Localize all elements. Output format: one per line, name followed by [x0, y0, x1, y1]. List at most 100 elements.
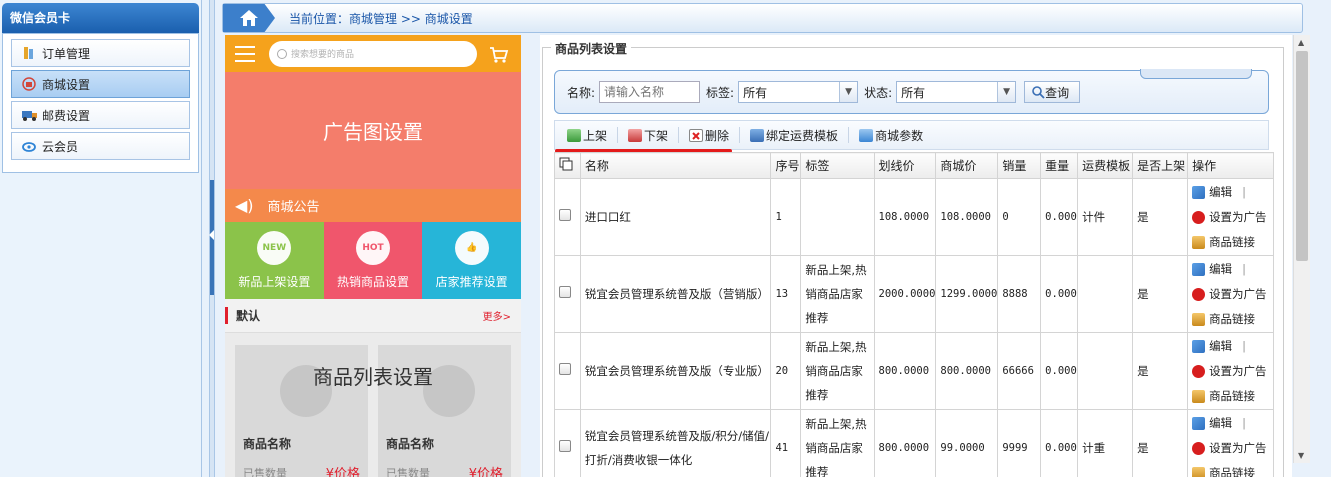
scrollbar-thumb[interactable]: [1296, 51, 1308, 261]
table-row: 锐宜会员管理系统普及版（营销版） 13 新品上架,热销商品店家推荐 2000.0…: [554, 255, 1274, 333]
select-all-checkbox[interactable]: [554, 152, 581, 179]
hot-badge-icon: HOT: [356, 231, 390, 265]
cell-name: 锐宜会员管理系统普及版（营销版）: [579, 255, 772, 333]
col-header-shipping-template[interactable]: 运费模板: [1077, 152, 1134, 179]
bind-shipping-template-button[interactable]: 绑定运费模板: [744, 127, 844, 144]
set-as-ad-link[interactable]: 设置为广告: [1192, 436, 1273, 461]
col-header-weight[interactable]: 重量: [1040, 152, 1079, 179]
edit-link[interactable]: 编辑 |: [1192, 180, 1273, 205]
col-header-seq[interactable]: 序号: [770, 152, 802, 179]
tag-select[interactable]: 所有 ▼: [738, 81, 859, 103]
mall-notice-setting[interactable]: ◀) 商城公告: [225, 189, 521, 222]
menu-icon[interactable]: [235, 45, 255, 62]
goods-link[interactable]: 商品链接: [1192, 230, 1273, 255]
search-collapse-tab[interactable]: [1140, 69, 1252, 79]
cell-list-price: 108.0000: [873, 178, 937, 256]
set-ad-label: 设置为广告: [1209, 363, 1267, 378]
sidebar-item-cloud-member[interactable]: 云会员: [11, 132, 190, 160]
chevron-down-icon[interactable]: ▼: [839, 82, 858, 102]
set-as-ad-link[interactable]: 设置为广告: [1192, 359, 1273, 384]
link-icon: [1192, 466, 1206, 477]
toolbar-divider: [617, 127, 619, 143]
query-button[interactable]: 查询: [1024, 81, 1081, 103]
new-arrivals-setting[interactable]: NEW 新品上架设置: [225, 222, 324, 299]
row-checkbox[interactable]: [559, 286, 571, 298]
goods-link-label: 商品链接: [1209, 388, 1256, 403]
goods-link[interactable]: 商品链接: [1192, 384, 1273, 409]
scroll-up-icon[interactable]: ▲: [1298, 38, 1304, 47]
collapse-arrow-icon[interactable]: [209, 230, 214, 240]
col-header-name[interactable]: 名称: [579, 152, 772, 179]
goods-list-overlay-label: 商品列表设置: [313, 365, 433, 389]
col-header-on-shelf[interactable]: 是否上架: [1132, 152, 1189, 179]
cell-name: 锐宜会员管理系统普及版（专业版）: [579, 332, 772, 410]
on-shelf-label: 上架: [583, 128, 608, 143]
row-checkbox-cell: [554, 332, 581, 410]
goods-link[interactable]: 商品链接: [1192, 461, 1273, 477]
cell-sales: 66666: [997, 332, 1042, 410]
cell-on-shelf: 是: [1132, 255, 1189, 333]
tag-label: 标签:: [706, 85, 735, 100]
delete-button[interactable]: 删除: [683, 127, 735, 144]
sidebar-item-orders[interactable]: 订单管理: [11, 39, 190, 67]
cell-actions: 编辑 | 设置为广告 商品链接: [1187, 409, 1274, 477]
scroll-down-icon[interactable]: ▼: [1298, 451, 1304, 460]
cell-sales: 0: [997, 178, 1042, 256]
hot-items-setting[interactable]: HOT 热销商品设置: [323, 222, 423, 299]
edit-link[interactable]: 编辑 |: [1192, 411, 1273, 436]
row-checkbox[interactable]: [559, 209, 571, 221]
recommend-setting[interactable]: 👍 店家推荐设置: [422, 222, 521, 299]
set-as-ad-link[interactable]: 设置为广告: [1192, 282, 1273, 307]
row-checkbox-cell: [554, 255, 581, 333]
cell-mall-price: 800.0000: [935, 332, 999, 410]
sidebar-item-label: 云会员: [42, 139, 79, 154]
goods-list-setting[interactable]: 商品名称 已售数量 ¥价格 商品名称 已售数量 ¥价格 商品列表设置: [225, 333, 521, 477]
cell-seq: 41: [770, 409, 802, 477]
row-checkbox[interactable]: [559, 363, 571, 375]
edit-label: 编辑: [1209, 338, 1233, 353]
goods-link[interactable]: 商品链接: [1192, 307, 1273, 332]
chevron-down-icon[interactable]: ▼: [997, 82, 1016, 102]
mobile-preview: 搜索想要的商品 广告图设置 ◀) 商城公告 NEW 新品上架设置 HOT 热销商…: [225, 35, 521, 477]
row-checkbox[interactable]: [559, 440, 571, 452]
mobile-search-input[interactable]: 搜索想要的商品: [269, 40, 477, 67]
col-header-list-price[interactable]: 划线价: [873, 152, 937, 179]
goods-sales: 已售数量: [386, 467, 430, 477]
status-select[interactable]: 所有 ▼: [896, 81, 1017, 103]
off-shelf-icon: [628, 128, 643, 142]
more-link[interactable]: 更多>: [483, 308, 511, 323]
home-icon[interactable]: [223, 4, 275, 32]
set-as-ad-link[interactable]: 设置为广告: [1192, 205, 1273, 230]
col-header-tag[interactable]: 标签: [800, 152, 875, 179]
cell-tag: 新品上架,热销商品店家推荐: [800, 332, 875, 410]
col-header-sales[interactable]: 销量: [997, 152, 1042, 179]
status-label: 状态:: [864, 85, 893, 100]
col-header-mall-price[interactable]: 商城价: [935, 152, 999, 179]
new-badge-icon: NEW: [257, 231, 292, 265]
vertical-scrollbar[interactable]: ▲ ▼: [1293, 35, 1310, 463]
edit-link[interactable]: 编辑 |: [1192, 257, 1273, 282]
toolbar-divider: [739, 127, 741, 143]
off-shelf-button[interactable]: 下架: [622, 127, 674, 144]
query-label: 查询: [1045, 85, 1070, 100]
default-label: 默认: [225, 307, 260, 324]
cell-mall-price: 108.0000: [935, 178, 999, 256]
goods-link-label: 商品链接: [1209, 465, 1256, 477]
cart-icon[interactable]: [489, 46, 509, 63]
table-row: 锐宜会员管理系统普及版（专业版） 20 新品上架,热销商品店家推荐 800.00…: [554, 332, 1274, 410]
mall-params-button[interactable]: 商城参数: [853, 127, 929, 144]
edit-link[interactable]: 编辑 |: [1192, 334, 1273, 359]
name-search-input[interactable]: [599, 81, 701, 103]
panel-splitter[interactable]: [209, 0, 215, 477]
edit-icon: [1192, 339, 1206, 353]
cell-name: 锐宜会员管理系统普及版/积分/储值/打折/消费收银一体化: [579, 409, 772, 477]
sidebar-item-label: 邮费设置: [42, 108, 91, 123]
sidebar-item-mall-settings[interactable]: 商城设置: [11, 70, 190, 98]
table-row: 锐宜会员管理系统普及版/积分/储值/打折/消费收银一体化 41 新品上架,热销商…: [554, 409, 1274, 477]
sidebar-item-shipping[interactable]: 邮费设置: [11, 101, 190, 129]
cell-on-shelf: 是: [1132, 409, 1189, 477]
status-select-value: 所有: [901, 85, 926, 100]
mall-params-label: 商城参数: [875, 128, 924, 143]
ad-banner-setting[interactable]: 广告图设置: [225, 72, 521, 189]
on-shelf-button[interactable]: 上架: [561, 127, 613, 144]
